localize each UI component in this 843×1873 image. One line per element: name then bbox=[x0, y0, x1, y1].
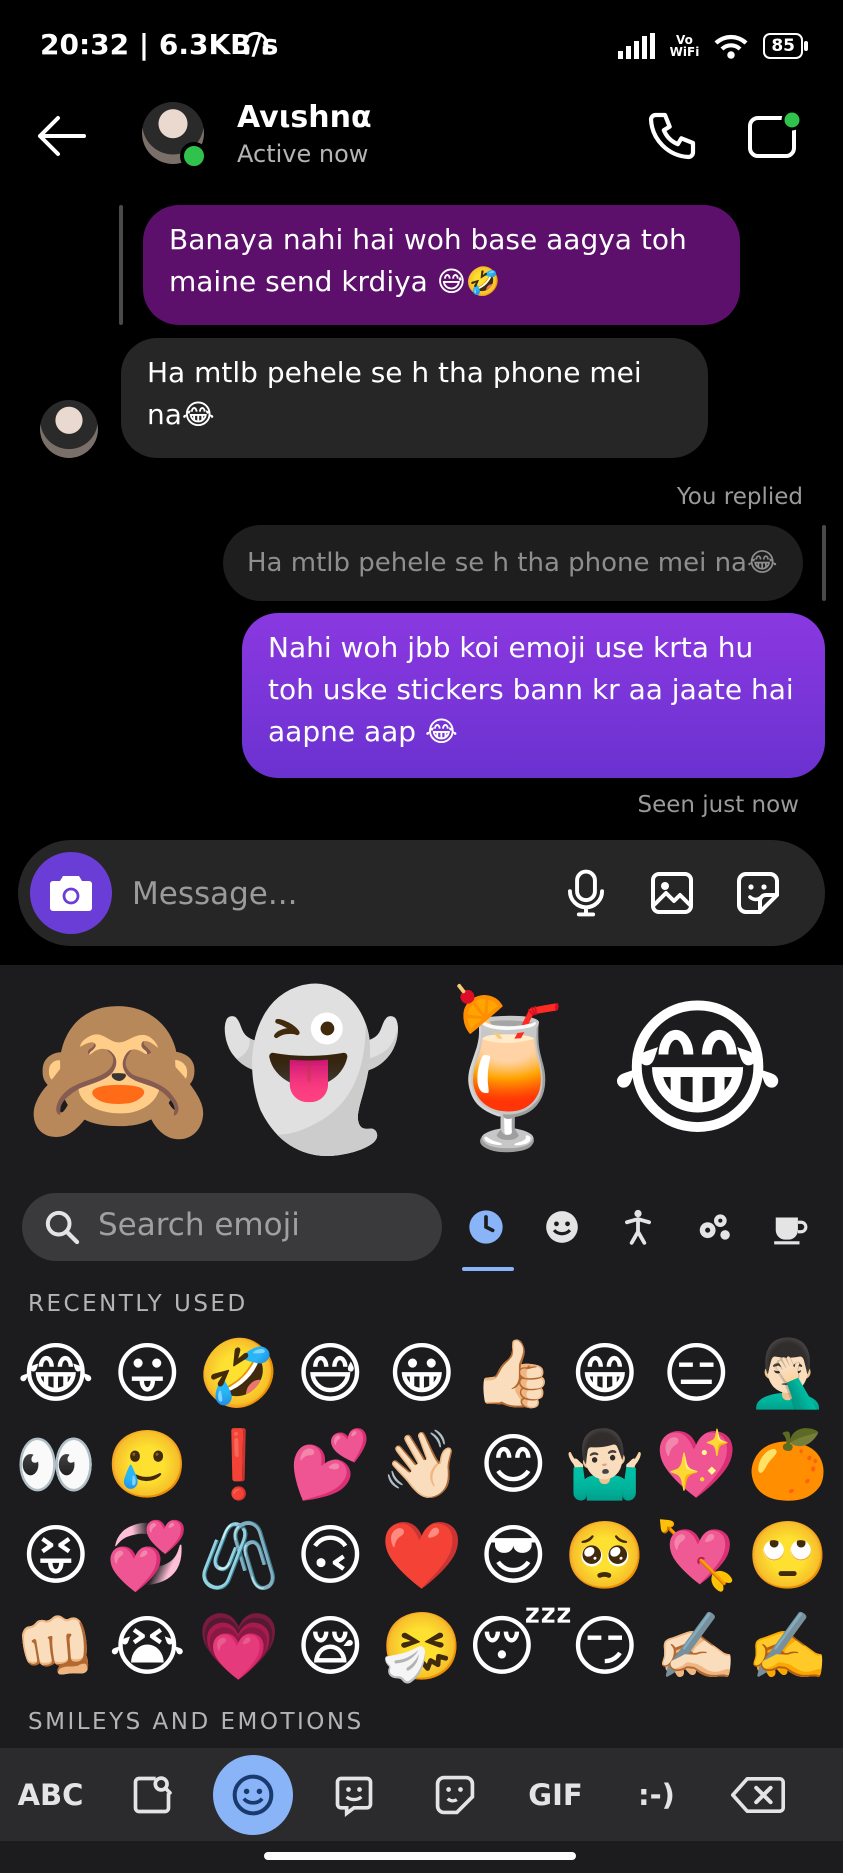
emoji-key[interactable]: ✍🏻 bbox=[651, 1601, 743, 1692]
emoji-category-tabs bbox=[462, 1197, 843, 1257]
vowifi-bottom: WiFi bbox=[669, 45, 700, 59]
active-category-underline bbox=[462, 1267, 514, 1271]
clipboard-search-icon[interactable] bbox=[101, 1755, 202, 1835]
chat-header: Avιshnα Active now bbox=[0, 90, 843, 195]
emoji-key[interactable]: 🤣 bbox=[193, 1328, 285, 1419]
emoji-key[interactable]: 💖 bbox=[651, 1419, 743, 1510]
emoji-tab[interactable] bbox=[202, 1754, 303, 1835]
status-bar: 20:32 | 6.3KB/s Vo WiFi 85 bbox=[0, 0, 843, 90]
gif-key[interactable]: GIF bbox=[505, 1755, 606, 1835]
food-drink-icon[interactable] bbox=[766, 1203, 814, 1251]
people-activity-icon[interactable] bbox=[614, 1203, 662, 1251]
recent-clock-icon[interactable] bbox=[462, 1203, 510, 1251]
emoji-key[interactable]: 😅 bbox=[285, 1328, 377, 1419]
emoji-tab-active bbox=[212, 1754, 293, 1835]
emoji-key[interactable]: 😪 bbox=[285, 1601, 377, 1692]
bitmoji-icon[interactable] bbox=[303, 1755, 404, 1835]
emoji-key[interactable]: ❤️ bbox=[376, 1510, 468, 1601]
emoji-search-bar[interactable]: Search emoji bbox=[22, 1193, 442, 1261]
emoji-key[interactable]: 💕 bbox=[285, 1419, 377, 1510]
emoji-key[interactable]: 🙃 bbox=[285, 1510, 377, 1601]
reply-line bbox=[822, 525, 826, 601]
status-icons: Vo WiFi 85 bbox=[617, 26, 808, 66]
emoji-key[interactable]: 🍊 bbox=[742, 1419, 834, 1510]
microphone-icon[interactable] bbox=[558, 865, 614, 921]
emoji-key[interactable]: 😛 bbox=[102, 1328, 194, 1419]
sender-avatar[interactable] bbox=[40, 400, 98, 458]
wifi-icon bbox=[714, 34, 748, 59]
emoji-key[interactable]: 💞 bbox=[102, 1510, 194, 1601]
emoji-key[interactable]: 😊 bbox=[468, 1419, 560, 1510]
camera-button[interactable] bbox=[30, 852, 112, 934]
sticker-suggestion[interactable]: 🍹 bbox=[415, 985, 602, 1155]
emoji-key[interactable]: 🥺 bbox=[559, 1510, 651, 1601]
contact-status: Active now bbox=[237, 140, 369, 168]
emoji-key[interactable]: 😎 bbox=[468, 1510, 560, 1601]
sticker-suggestions: 🙈 👻 🍹 😂 bbox=[0, 985, 843, 1155]
you-replied-label: You replied bbox=[676, 484, 803, 510]
emoji-key[interactable]: ❗ bbox=[193, 1419, 285, 1510]
emoji-key[interactable]: 👍🏻 bbox=[468, 1328, 560, 1419]
emoji-key[interactable]: 🤦🏻‍♂️ bbox=[742, 1328, 834, 1419]
sticker-tab-icon[interactable] bbox=[404, 1755, 505, 1835]
recently-used-heading: RECENTLY USED bbox=[28, 1291, 248, 1317]
emoji-key[interactable]: 😂 bbox=[10, 1328, 102, 1419]
message-input[interactable] bbox=[130, 864, 574, 924]
emoji-key[interactable]: 😝 bbox=[10, 1510, 102, 1601]
emoji-key[interactable]: 🤷🏻‍♂️ bbox=[559, 1419, 651, 1510]
online-indicator bbox=[180, 142, 208, 170]
emoji-key[interactable]: 😭 bbox=[102, 1601, 194, 1692]
abc-key[interactable]: ABC bbox=[0, 1755, 101, 1835]
sticker-suggestion[interactable]: 😂 bbox=[610, 985, 785, 1155]
emoji-key[interactable]: 💗 bbox=[193, 1601, 285, 1692]
emoji-key[interactable]: 🖇️ bbox=[193, 1510, 285, 1601]
incoming-message[interactable]: Ha mtlb pehele se h tha phone mei na😂 bbox=[121, 338, 708, 458]
sticker-suggestion[interactable]: 🙈 bbox=[25, 985, 212, 1155]
signal-icon bbox=[617, 33, 655, 59]
quoted-message[interactable]: Ha mtlb pehele se h tha phone mei na😂 bbox=[223, 525, 803, 601]
emoji-icon bbox=[232, 1774, 273, 1815]
battery-icon: 85 bbox=[763, 33, 808, 59]
search-icon bbox=[45, 1210, 80, 1245]
video-call-icon[interactable] bbox=[744, 108, 806, 164]
outgoing-message[interactable]: Banaya nahi hai woh base aagya toh maine… bbox=[143, 205, 740, 325]
sticker-icon[interactable] bbox=[730, 865, 786, 921]
outgoing-message[interactable]: Nahi woh jbb koi emoji use krta hu toh u… bbox=[242, 613, 825, 778]
message-composer bbox=[18, 840, 825, 946]
back-arrow-icon[interactable] bbox=[34, 112, 88, 160]
emoji-key[interactable]: 🤧 bbox=[376, 1601, 468, 1692]
emoji-key[interactable]: 🙄 bbox=[742, 1510, 834, 1601]
emoji-key[interactable]: 💘 bbox=[651, 1510, 743, 1601]
emoticon-key[interactable]: :-) bbox=[606, 1755, 707, 1835]
emoji-key[interactable]: 😁 bbox=[559, 1328, 651, 1419]
sticker-suggestion[interactable]: 👻 bbox=[218, 985, 405, 1155]
gallery-icon[interactable] bbox=[644, 865, 700, 921]
emoji-key[interactable]: 🥲 bbox=[102, 1419, 194, 1510]
animals-nature-icon[interactable] bbox=[690, 1203, 738, 1251]
smileys-heading: SMILEYS AND EMOTIONS bbox=[28, 1709, 364, 1735]
contact-name[interactable]: Avιshnα bbox=[237, 100, 372, 135]
smiley-category-icon[interactable] bbox=[538, 1203, 586, 1251]
emoji-keyboard: 🙈 👻 🍹 😂 Search emoji RECENTLY USED 😂 😛 🤣 😅 😀… bbox=[0, 965, 843, 1873]
vowifi-badge: Vo WiFi bbox=[670, 34, 700, 58]
emoji-key[interactable]: ✍️ bbox=[742, 1601, 834, 1692]
headphones-icon bbox=[240, 28, 272, 64]
recent-emoji-grid: 😂 😛 🤣 😅 😀 👍🏻 😁 😑 🤦🏻‍♂️ 👀 🥲 ❗ 💕 👋🏻 😊 🤷🏻‍♂️ 💖 🍊 😝 💞 🖇️ 🙃 ❤️ 😎 🥺 💘 🙄 👊… bbox=[0, 1328, 843, 1692]
camera-icon bbox=[50, 876, 92, 911]
emoji-key[interactable]: 👊🏻 bbox=[10, 1601, 102, 1692]
phone-call-icon[interactable] bbox=[644, 108, 700, 164]
emoji-key[interactable]: 😑 bbox=[651, 1328, 743, 1419]
search-placeholder: Search emoji bbox=[98, 1207, 300, 1243]
keyboard-bottom-bar: ABC GIF :-) bbox=[0, 1748, 843, 1841]
emoji-key[interactable]: 😀 bbox=[376, 1328, 468, 1419]
backspace-icon[interactable] bbox=[707, 1755, 808, 1835]
emoji-key[interactable]: 😴 bbox=[468, 1601, 574, 1692]
emoji-key[interactable]: 👋🏻 bbox=[376, 1419, 468, 1510]
reply-line bbox=[119, 205, 123, 325]
home-indicator[interactable] bbox=[264, 1852, 576, 1860]
emoji-key[interactable]: 😏 bbox=[559, 1601, 651, 1692]
emoji-key[interactable]: 👀 bbox=[10, 1419, 102, 1510]
seen-status: Seen just now bbox=[637, 792, 799, 818]
